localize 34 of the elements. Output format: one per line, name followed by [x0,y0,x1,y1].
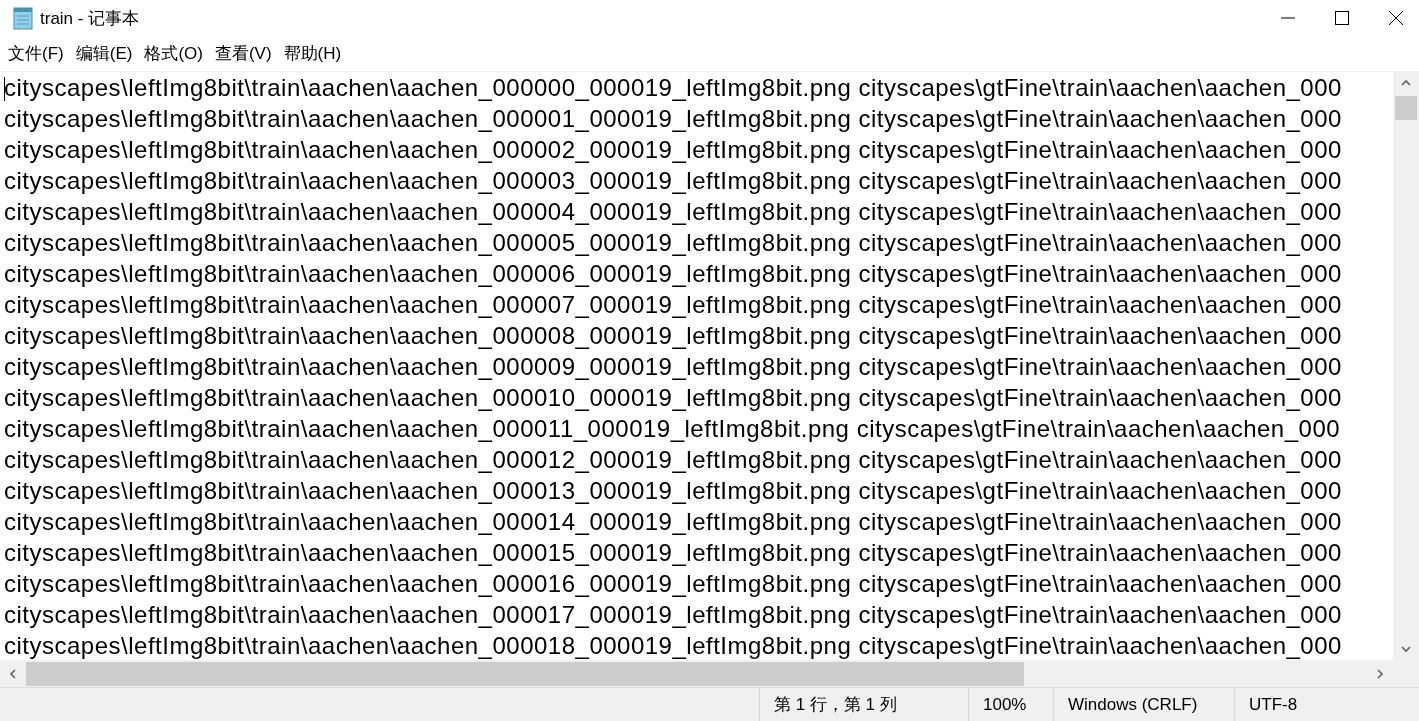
text-line: cityscapes\leftImg8bit\train\aachen\aachen_000008_000019_leftImg8bit.png cityscapes\gtFine\train\aachen\aachen_000 [4,321,1343,351]
menu-item[interactable]: 查看(V) [208,40,278,67]
text-line: cityscapes\leftImg8bit\train\aachen\aachen_000002_000019_leftImg8bit.png cityscapes\gtFine\train\aachen\aachen_000 [4,135,1343,165]
vertical-scroll-thumb[interactable] [1395,96,1417,120]
encoding: UTF-8 [1234,688,1419,721]
text-line: cityscapes\leftImg8bit\train\aachen\aachen_000016_000019_leftImg8bit.png cityscapes\gtFine\train\aachen\aachen_000 [4,569,1343,599]
menu-item[interactable]: 文件(F) [2,40,70,67]
text-line: cityscapes\leftImg8bit\train\aachen\aachen_000001_000019_leftImg8bit.png cityscapes\gtFine\train\aachen\aachen_000 [4,104,1343,134]
maximize-icon[interactable] [1334,10,1350,26]
menu-item[interactable]: 编辑(E) [69,40,139,67]
text-line: cityscapes\leftImg8bit\train\aachen\aachen_000017_000019_leftImg8bit.png cityscapes\gtFine\train\aachen\aachen_000 [4,600,1343,630]
horizontal-scroll-thumb[interactable] [26,661,1024,686]
text-line: cityscapes\leftImg8bit\train\aachen\aachen_000018_000019_leftImg8bit.png cityscapes\gtFine\train\aachen\aachen_000 [4,631,1343,660]
text-line: cityscapes\leftImg8bit\train\aachen\aachen_000007_000019_leftImg8bit.png cityscapes\gtFine\train\aachen\aachen_000 [4,290,1343,320]
text-line: cityscapes\leftImg8bit\train\aachen\aachen_000011_000019_leftImg8bit.png cityscapes\gtFine\train\aachen\aachen_000 [4,414,1342,444]
cursor-position: 第 1 行，第 1 列 [759,688,968,721]
text-line: cityscapes\leftImg8bit\train\aachen\aachen_000009_000019_leftImg8bit.png cityscapes\gtFine\train\aachen\aachen_000 [4,352,1343,382]
close-icon[interactable] [1388,10,1404,26]
zoom-level: 100% [968,688,1053,721]
window-title: train - 记事本 [40,7,141,30]
menu-item[interactable]: 帮助(H) [277,40,348,67]
text-line: cityscapes\leftImg8bit\train\aachen\aachen_000013_000019_leftImg8bit.png cityscapes\gtFine\train\aachen\aachen_000 [4,476,1343,506]
text-line: cityscapes\leftImg8bit\train\aachen\aachen_000010_000019_leftImg8bit.png cityscapes\gtFine\train\aachen\aachen_000 [4,383,1343,413]
notepad-icon [12,6,34,30]
text-line: cityscapes\leftImg8bit\train\aachen\aachen_000000_000019_leftImg8bit.png cityscapes\gtFine\train\aachen\aachen_000 [4,73,1343,103]
text-line: cityscapes\leftImg8bit\train\aachen\aachen_000005_000019_leftImg8bit.png cityscapes\gtFine\train\aachen\aachen_000 [4,228,1343,258]
text-line: cityscapes\leftImg8bit\train\aachen\aachen_000004_000019_leftImg8bit.png cityscapes\gtFine\train\aachen\aachen_000 [4,197,1343,227]
line-ending: Windows (CRLF) [1053,688,1234,721]
text-line: cityscapes\leftImg8bit\train\aachen\aachen_000003_000019_leftImg8bit.png cityscapes\gtFine\train\aachen\aachen_000 [4,166,1343,196]
menu-item[interactable]: 格式(O) [138,40,209,67]
text-line: cityscapes\leftImg8bit\train\aachen\aachen_000015_000019_leftImg8bit.png cityscapes\gtFine\train\aachen\aachen_000 [4,538,1343,568]
text-line: cityscapes\leftImg8bit\train\aachen\aachen_000012_000019_leftImg8bit.png cityscapes\gtFine\train\aachen\aachen_000 [4,445,1343,475]
text-line: cityscapes\leftImg8bit\train\aachen\aachen_000006_000019_leftImg8bit.png cityscapes\gtFine\train\aachen\aachen_000 [4,259,1343,289]
text-line: cityscapes\leftImg8bit\train\aachen\aachen_000014_000019_leftImg8bit.png cityscapes\gtFine\train\aachen\aachen_000 [4,507,1343,537]
